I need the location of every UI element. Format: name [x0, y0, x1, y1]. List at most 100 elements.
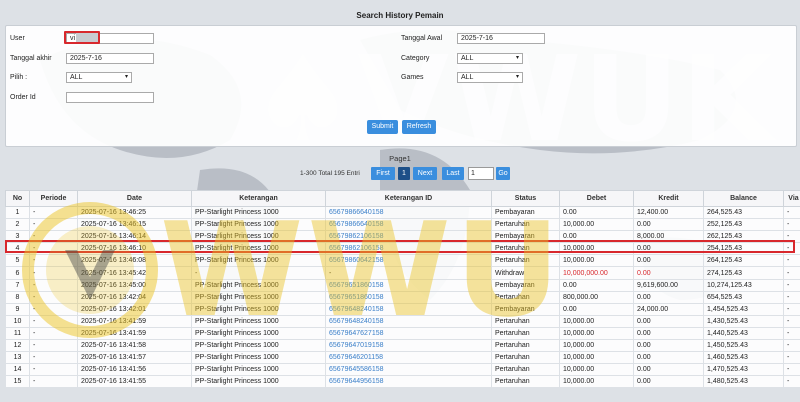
- cell-kredit: 0.00: [633, 351, 704, 365]
- col-header-keterangan-id[interactable]: Keterangan ID: [325, 190, 492, 207]
- cell-keterangan-id[interactable]: 65679866640158: [325, 205, 492, 220]
- pilih-select-value: ALL: [70, 74, 83, 81]
- cell-debet: 10,000.00: [559, 339, 634, 353]
- cell-status: Withdraw: [491, 266, 560, 280]
- col-header-balance[interactable]: Balance: [703, 190, 784, 207]
- col-header-kredit[interactable]: Kredit: [633, 190, 704, 207]
- submit-button[interactable]: Submit: [367, 120, 398, 134]
- cell-keterangan-id[interactable]: 65679651860158: [325, 290, 492, 304]
- cell-no: 15: [5, 375, 30, 389]
- cell-debet: 10,000.00: [559, 363, 634, 377]
- cell-no: 6: [5, 266, 30, 280]
- table-row: 8-2025-07-16 13:42:04 PP-Starlight Prince…: [5, 290, 800, 304]
- cell-status: Pertaruhan: [491, 314, 560, 328]
- col-header-periode[interactable]: Periode: [29, 190, 78, 207]
- category-select-value: ALL: [461, 55, 474, 62]
- cell-periode: -: [29, 363, 78, 377]
- tanggal-akhir-label: Tanggal akhir: [10, 55, 52, 62]
- cell-keterangan-id[interactable]: 65679647627158: [325, 326, 492, 341]
- cell-keterangan: PP-Starlight Princess 1000: [191, 254, 326, 268]
- cell-keterangan-id[interactable]: -: [325, 266, 492, 280]
- cell-keterangan-id[interactable]: 65679645586158: [325, 363, 492, 377]
- cell-kredit: 0.00: [633, 375, 704, 389]
- cell-keterangan-id[interactable]: 65679862106158: [325, 242, 492, 256]
- games-select[interactable]: ALL ▾: [457, 72, 523, 83]
- table-row: 14-2025-07-16 13:41:56 PP-Starlight Princ…: [5, 363, 800, 377]
- cell-keterangan-id[interactable]: 65679648240158: [325, 314, 492, 328]
- cell-keterangan-id[interactable]: 65679646201158: [325, 351, 492, 365]
- cell-balance: 1,430,525.43: [703, 314, 784, 328]
- cell-date: 2025-07-16 13:41:57: [77, 351, 192, 365]
- cell-keterangan-id[interactable]: 65679862106158: [325, 230, 492, 244]
- cell-no: 12: [5, 339, 30, 353]
- pilih-select[interactable]: ALL ▾: [66, 72, 132, 83]
- cell-via: -: [783, 302, 800, 316]
- cell-date: 2025-07-16 13:41:55: [77, 375, 192, 389]
- go-button[interactable]: Go: [496, 167, 510, 180]
- cell-via: -: [783, 205, 800, 220]
- cell-status: Pembayaran: [491, 278, 560, 292]
- order-id-input[interactable]: [66, 92, 154, 103]
- cell-keterangan-id[interactable]: 65679651860158: [325, 278, 492, 292]
- cell-balance: 274,125.43: [703, 266, 784, 280]
- tanggal-awal-input[interactable]: 2025-7-16: [457, 33, 545, 44]
- cell-kredit: 0.00: [633, 290, 704, 304]
- cell-via: -: [783, 326, 800, 341]
- cell-keterangan: PP-Starlight Princess 1000: [191, 363, 326, 377]
- cell-no: 4: [5, 242, 30, 256]
- cell-periode: -: [29, 230, 78, 244]
- cell-periode: -: [29, 314, 78, 328]
- table-row: 1-2025-07-16 13:46:25 PP-Starlight Prince…: [5, 205, 800, 220]
- cell-via: -: [783, 266, 800, 280]
- cell-no: 1: [5, 205, 30, 220]
- col-header-no[interactable]: No: [5, 190, 30, 207]
- cell-date: 2025-07-16 13:46:15: [77, 218, 192, 232]
- cell-no: 14: [5, 363, 30, 377]
- cell-periode: -: [29, 254, 78, 268]
- cell-keterangan: PP-Starlight Princess 1000: [191, 290, 326, 304]
- games-label: Games: [401, 74, 424, 81]
- cell-status: Pertaruhan: [491, 218, 560, 232]
- cell-date: 2025-07-16 13:41:59: [77, 314, 192, 328]
- chevron-down-icon: ▾: [515, 74, 519, 80]
- cell-keterangan-id[interactable]: 65679647019158: [325, 339, 492, 353]
- cell-debet: 0.00: [559, 278, 634, 292]
- cell-periode: -: [29, 218, 78, 232]
- col-header-status[interactable]: Status: [491, 190, 560, 207]
- cell-date: 2025-07-16 13:46:08: [77, 254, 192, 268]
- cell-debet: 10,000.00: [559, 218, 634, 232]
- last-page-button[interactable]: Last: [442, 167, 464, 180]
- cell-via: -: [783, 278, 800, 292]
- page-number-input[interactable]: 1: [468, 167, 494, 180]
- col-header-debet[interactable]: Debet: [559, 190, 634, 207]
- cell-keterangan: PP-Starlight Princess 1000: [191, 339, 326, 353]
- next-page-button[interactable]: Next: [413, 167, 437, 180]
- table-row: 6-2025-07-16 13:45:42- - Withdraw 10,000,00…: [5, 266, 800, 280]
- cell-via: -: [783, 375, 800, 389]
- cell-balance: 654,525.43: [703, 290, 784, 304]
- col-header-date[interactable]: Date: [77, 190, 192, 207]
- cell-keterangan: PP-Starlight Princess 1000: [191, 218, 326, 232]
- cell-no: 2: [5, 218, 30, 232]
- cell-debet: 800,000.00: [559, 290, 634, 304]
- col-header-keterangan[interactable]: Keterangan: [191, 190, 326, 207]
- cell-keterangan-id[interactable]: 65679860642158: [325, 254, 492, 268]
- first-page-button[interactable]: First: [371, 167, 395, 180]
- category-select[interactable]: ALL ▾: [457, 53, 523, 64]
- cell-keterangan-id[interactable]: 65679866640158: [325, 218, 492, 232]
- cell-keterangan-id[interactable]: 65679648240158: [325, 302, 492, 316]
- cell-balance: 1,470,525.43: [703, 363, 784, 377]
- cell-keterangan: PP-Starlight Princess 1000: [191, 314, 326, 328]
- cell-date: 2025-07-16 13:41:58: [77, 339, 192, 353]
- cell-keterangan-id[interactable]: 65679644956158: [325, 375, 492, 389]
- cell-balance: 252,125.43: [703, 218, 784, 232]
- current-page-button[interactable]: 1: [398, 167, 410, 180]
- cell-status: Pertaruhan: [491, 375, 560, 389]
- user-highlight-box: [64, 31, 100, 44]
- cell-no: 8: [5, 290, 30, 304]
- cell-via: -: [783, 242, 800, 256]
- cell-date: 2025-07-16 13:41:56: [77, 363, 192, 377]
- col-header-via[interactable]: Via: [783, 190, 800, 207]
- tanggal-akhir-input[interactable]: 2025-7-16: [66, 53, 154, 64]
- refresh-button[interactable]: Refresh: [402, 120, 436, 134]
